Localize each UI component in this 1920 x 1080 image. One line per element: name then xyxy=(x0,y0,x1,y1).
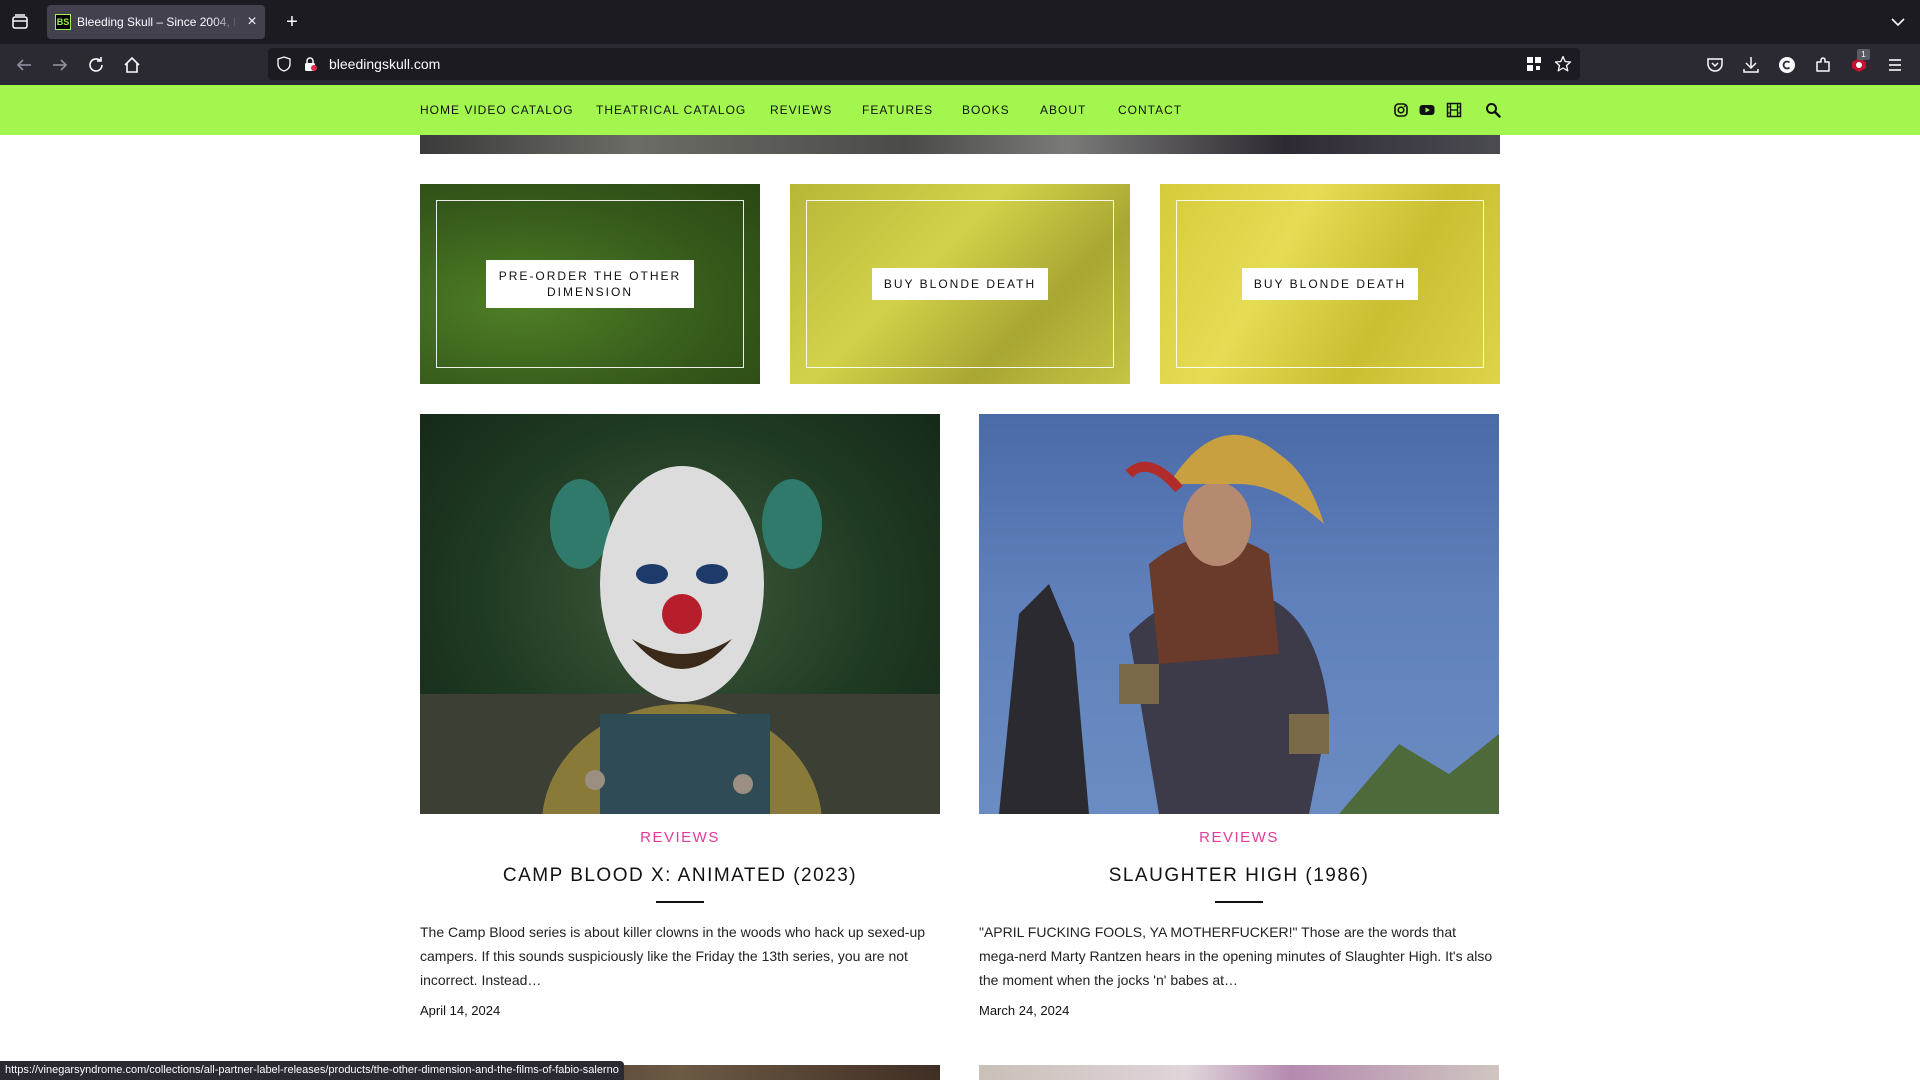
post-category[interactable]: REVIEWS xyxy=(979,829,1499,847)
close-icon[interactable]: × xyxy=(243,13,261,31)
post-excerpt: The Camp Blood series is about killer cl… xyxy=(420,924,926,988)
browser-toolbar: bleedingskull.com 1 xyxy=(0,44,1920,85)
addon-badge: 1 xyxy=(1857,49,1870,60)
promo-other-dimension[interactable]: PRE-ORDER THE OTHER DIMENSION xyxy=(420,184,760,384)
post-title[interactable]: SLAUGHTER HIGH (1986) xyxy=(979,864,1499,888)
post-thumbnail-slaughter-high[interactable] xyxy=(979,414,1499,814)
post-title[interactable]: CAMP BLOOD X: ANIMATED (2023) xyxy=(420,864,940,888)
youtube-icon[interactable] xyxy=(1419,102,1435,118)
menu-books[interactable]: BOOKS xyxy=(962,103,1010,117)
home-icon[interactable] xyxy=(119,52,145,78)
menu-reviews[interactable]: REVIEWS xyxy=(770,103,832,117)
hero-image-strip[interactable] xyxy=(420,135,1500,154)
forward-arrow-icon[interactable] xyxy=(47,52,73,78)
post-category[interactable]: REVIEWS xyxy=(420,829,940,847)
instagram-icon[interactable] xyxy=(1393,102,1409,118)
clown-image xyxy=(420,466,940,814)
menu-home-video-catalog[interactable]: HOME VIDEO CATALOG xyxy=(420,103,574,117)
star-icon[interactable] xyxy=(1554,55,1572,73)
active-tab[interactable]: BS Bleeding Skull – Since 2004, Bleeding… xyxy=(47,5,265,39)
promo-blonde-death-2[interactable]: BUY BLONDE DEATH xyxy=(1160,184,1500,384)
browser-tab-bar: BS Bleeding Skull – Since 2004, Bleeding… xyxy=(0,0,1920,44)
pocket-icon[interactable] xyxy=(1704,54,1726,76)
jester-image xyxy=(999,434,1499,814)
status-link-preview: https://vinegarsyndrome.com/collections/… xyxy=(0,1061,624,1080)
buy-blonde-death-button-2[interactable]: BUY BLONDE DEATH xyxy=(1242,268,1418,300)
site-favicon-icon: BS xyxy=(55,14,71,30)
search-icon[interactable] xyxy=(1485,102,1501,118)
qr-grid-icon[interactable] xyxy=(1526,56,1542,72)
menu-contact[interactable]: CONTACT xyxy=(1118,103,1182,117)
url-bar[interactable]: bleedingskull.com xyxy=(268,48,1580,80)
film-icon[interactable] xyxy=(1446,102,1462,118)
menu-about[interactable]: ABOUT xyxy=(1040,103,1086,117)
menu-theatrical-catalog[interactable]: THEATRICAL CATALOG xyxy=(596,103,746,117)
back-arrow-icon[interactable] xyxy=(11,52,37,78)
account-icon[interactable] xyxy=(1776,54,1798,76)
menu-features[interactable]: FEATURES xyxy=(862,103,933,117)
hamburger-icon[interactable] xyxy=(1884,54,1906,76)
buy-blonde-death-button[interactable]: BUY BLONDE DEATH xyxy=(872,268,1048,300)
shield-icon[interactable] xyxy=(276,56,292,72)
chevron-down-icon[interactable] xyxy=(1888,12,1908,32)
plus-icon[interactable]: + xyxy=(280,10,304,34)
post-excerpt: "APRIL FUCKING FOOLS, YA MOTHERFUCKER!" … xyxy=(979,924,1493,988)
promo-blonde-death-1[interactable]: BUY BLONDE DEATH xyxy=(790,184,1130,384)
reload-icon[interactable] xyxy=(83,52,109,78)
post-date: March 24, 2024 xyxy=(979,1003,1070,1018)
lock-icon[interactable] xyxy=(302,56,318,72)
post-date: April 14, 2024 xyxy=(420,1003,501,1018)
tab-list-icon[interactable] xyxy=(10,12,30,32)
url-text[interactable]: bleedingskull.com xyxy=(329,56,440,72)
preorder-other-dimension-button[interactable]: PRE-ORDER THE OTHER DIMENSION xyxy=(486,260,694,308)
download-icon[interactable] xyxy=(1740,54,1762,76)
title-divider xyxy=(1215,901,1263,903)
title-divider xyxy=(656,901,704,903)
puzzle-icon[interactable] xyxy=(1812,54,1834,76)
site-header: HOME VIDEO CATALOG THEATRICAL CATALOG RE… xyxy=(0,85,1920,135)
post-thumbnail-next[interactable] xyxy=(979,1065,1499,1080)
post-thumbnail-camp-blood[interactable] xyxy=(420,414,940,814)
